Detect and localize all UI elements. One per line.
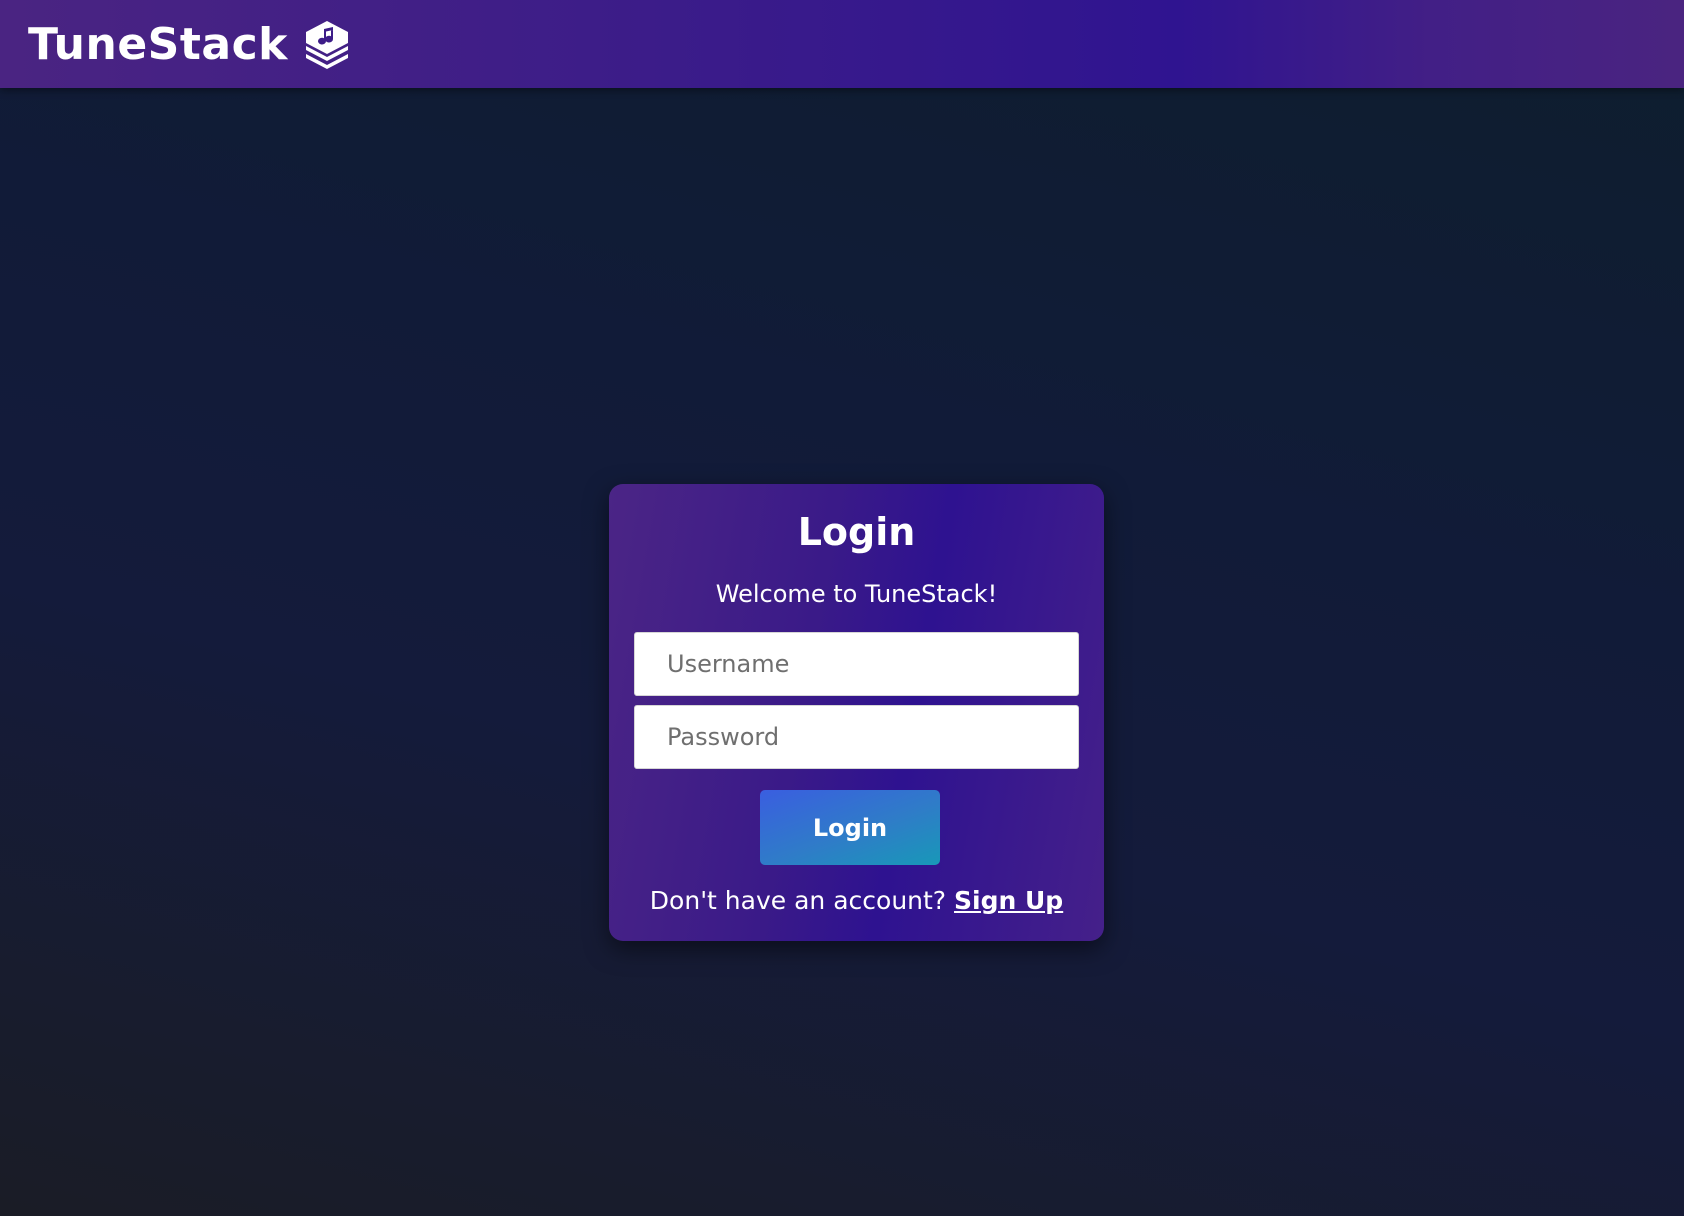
signup-link[interactable]: Sign Up: [954, 886, 1063, 915]
signup-row: Don't have an account? Sign Up: [609, 886, 1104, 915]
login-button[interactable]: Login: [760, 790, 940, 865]
signup-prompt: Don't have an account?: [649, 886, 955, 915]
welcome-message: Welcome to TuneStack!: [715, 580, 998, 608]
brand-title: TuneStack: [28, 18, 288, 70]
password-input[interactable]: [634, 705, 1079, 769]
username-input[interactable]: [634, 632, 1079, 696]
top-navbar: TuneStack: [0, 0, 1684, 88]
login-title: Login: [797, 510, 916, 554]
brand-logo[interactable]: TuneStack: [28, 19, 352, 70]
login-card: Login Welcome to TuneStack! Login Don't …: [609, 484, 1104, 941]
stacked-music-note-icon: [302, 19, 352, 69]
